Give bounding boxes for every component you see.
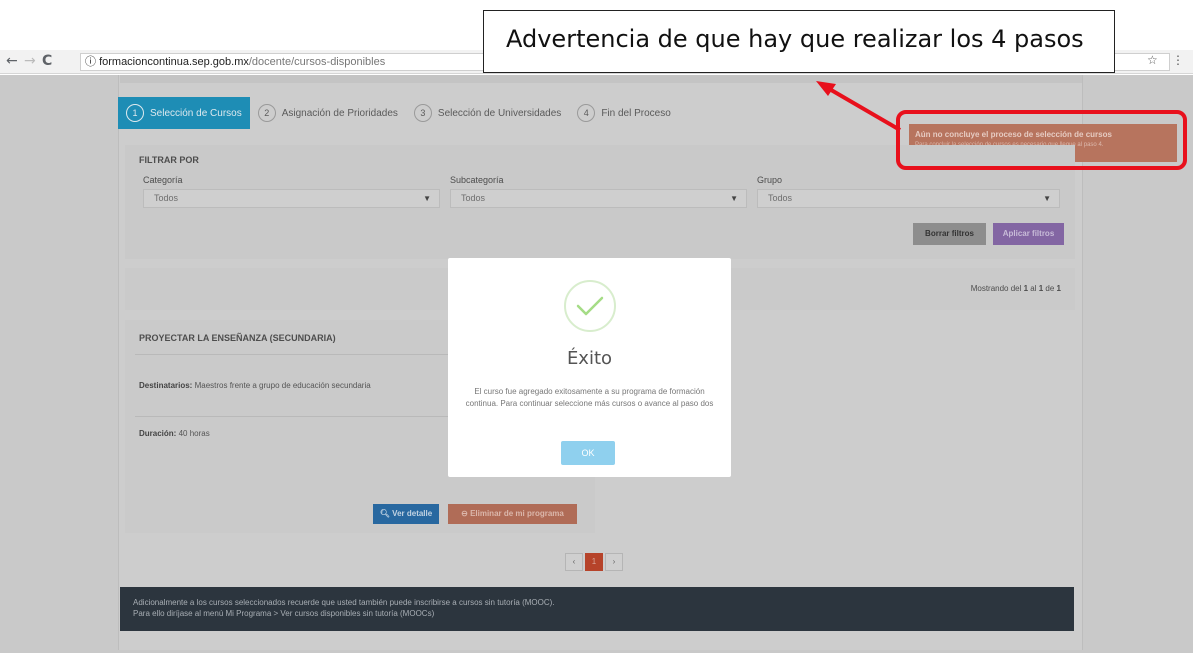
annotation-arrow [816, 81, 902, 132]
